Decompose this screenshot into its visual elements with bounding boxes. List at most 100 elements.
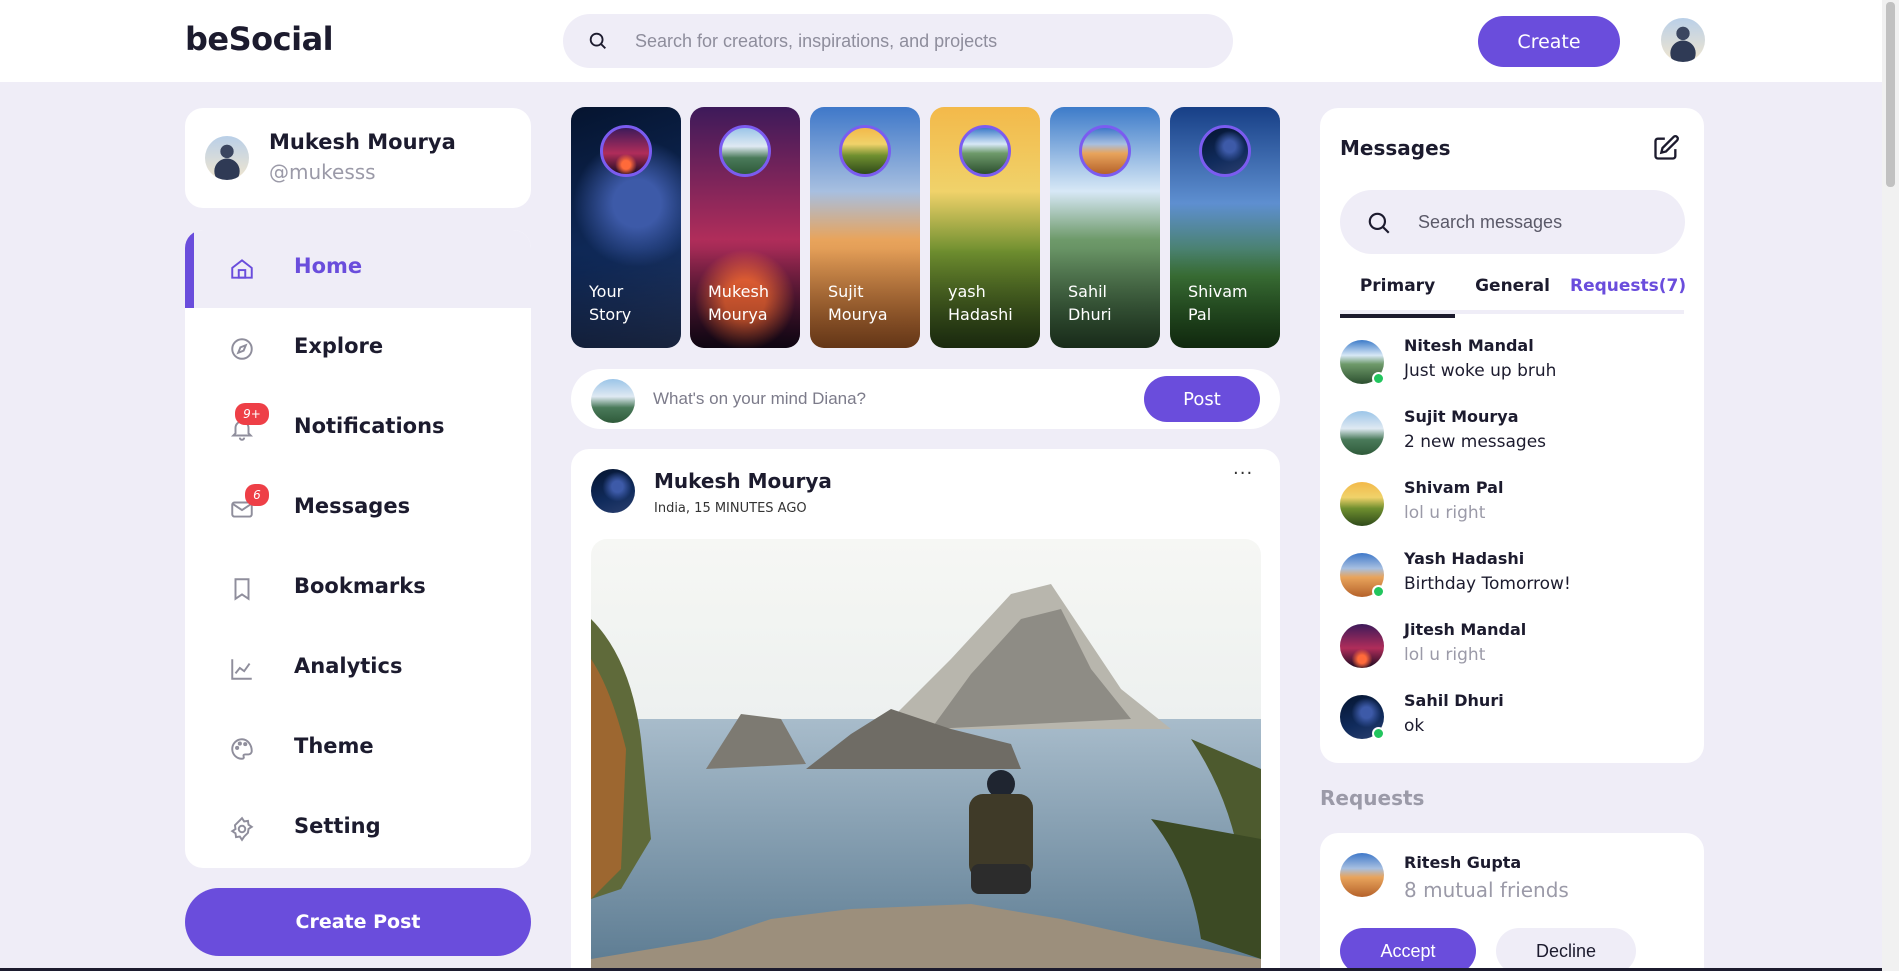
profile-name: Mukesh Mourya [269, 130, 456, 154]
story-avatar [719, 125, 771, 177]
post-author-avatar[interactable] [591, 469, 635, 513]
composer-input[interactable] [653, 369, 1113, 429]
message-preview: 2 new messages [1404, 432, 1547, 452]
message-item[interactable]: Shivam Pal lol u right [1340, 474, 1685, 534]
story-avatar [600, 125, 652, 177]
messages-search[interactable] [1340, 190, 1685, 254]
message-preview: Just woke up bruh [1404, 361, 1557, 381]
top-navbar: beSocial Create [0, 0, 1899, 82]
search-input[interactable] [635, 14, 1215, 68]
messages-badge: 6 [245, 484, 269, 506]
sidebar-item-label: Notifications [294, 414, 445, 438]
sidebar-item-label: Explore [294, 334, 384, 358]
message-preview: Birthday Tomorrow! [1404, 574, 1571, 594]
message-sender: Sahil Dhuri [1404, 691, 1504, 710]
sidebar: Home Explore 9+ Notifications 6 Messages… [185, 230, 531, 868]
sidebar-item-label: Analytics [294, 654, 403, 678]
logo[interactable]: beSocial [185, 20, 334, 58]
story-card[interactable]: Mukesh Mourya [690, 107, 800, 348]
message-sender: Sujit Mourya [1404, 407, 1519, 426]
story-avatar [839, 125, 891, 177]
more-options-icon[interactable]: ··· [1233, 463, 1253, 484]
requests-heading: Requests [1320, 786, 1425, 810]
messages-title: Messages [1340, 136, 1451, 160]
online-indicator [1372, 585, 1385, 598]
landscape-photo [591, 539, 1261, 971]
chart-line-icon [231, 659, 252, 680]
search-icon [1368, 212, 1390, 234]
sidebar-item-analytics[interactable]: Analytics [185, 630, 531, 708]
story-card[interactable]: Sujit Mourya [810, 107, 920, 348]
post-meta: India, 15 MINUTES AGO [654, 501, 807, 516]
message-sender: Shivam Pal [1404, 478, 1504, 497]
message-item[interactable]: Sujit Mourya 2 new messages [1340, 403, 1685, 463]
tab-requests[interactable]: Requests(7) [1570, 276, 1686, 314]
story-card[interactable]: yash Hadashi [930, 107, 1040, 348]
sidebar-item-messages[interactable]: 6 Messages [185, 470, 531, 548]
user-avatar[interactable] [1661, 18, 1705, 62]
accept-button[interactable]: Accept [1340, 928, 1476, 971]
message-item[interactable]: Nitesh Mandal Just woke up bruh [1340, 332, 1685, 392]
home-icon [231, 259, 253, 279]
scrollbar-thumb[interactable] [1886, 2, 1895, 187]
message-avatar [1340, 411, 1384, 455]
online-indicator [1372, 372, 1385, 385]
sidebar-item-bookmarks[interactable]: Bookmarks [185, 550, 531, 628]
tab-primary[interactable]: Primary [1340, 276, 1455, 318]
friend-request-card: Ritesh Gupta 8 mutual friends Accept Dec… [1320, 833, 1704, 971]
tab-general[interactable]: General [1455, 276, 1570, 314]
message-item[interactable]: Jitesh Mandal lol u right [1340, 616, 1685, 676]
request-avatar[interactable] [1340, 853, 1384, 897]
request-name[interactable]: Ritesh Gupta [1404, 853, 1521, 872]
story-name: Sahil Dhuri [1068, 282, 1112, 324]
story-name: Sujit Mourya [828, 282, 888, 324]
story-card[interactable]: Shivam Pal [1170, 107, 1280, 348]
profile-avatar [205, 136, 249, 180]
message-item[interactable]: Yash Hadashi Birthday Tomorrow! [1340, 545, 1685, 605]
sidebar-item-label: Setting [294, 814, 381, 838]
compass-icon [231, 338, 253, 360]
create-button[interactable]: Create [1478, 16, 1620, 67]
profile-handle: @mukesss [269, 160, 376, 184]
sidebar-item-label: Home [294, 254, 363, 278]
messages-tabs: Primary General Requests(7) [1340, 276, 1686, 318]
messages-panel: Messages Primary General Requests(7) Nit… [1320, 108, 1704, 763]
message-sender: Nitesh Mandal [1404, 336, 1534, 355]
message-sender: Jitesh Mandal [1404, 620, 1527, 639]
sidebar-item-label: Messages [294, 494, 411, 518]
sidebar-item-setting[interactable]: Setting [185, 790, 531, 868]
story-card[interactable]: Sahil Dhuri [1050, 107, 1160, 348]
story-card[interactable]: Your Story [571, 107, 681, 348]
message-preview: ok [1404, 716, 1425, 736]
page-scrollbar[interactable] [1882, 0, 1899, 971]
story-avatar [959, 125, 1011, 177]
sidebar-item-explore[interactable]: Explore [185, 310, 531, 388]
sidebar-item-notifications[interactable]: 9+ Notifications [185, 390, 531, 468]
post-composer: Post [571, 369, 1280, 429]
post-photo[interactable] [591, 539, 1261, 971]
story-name: Mukesh Mourya [708, 282, 769, 324]
message-item[interactable]: Sahil Dhuri ok [1340, 687, 1685, 747]
sidebar-item-label: Theme [294, 734, 374, 758]
message-avatar [1340, 482, 1384, 526]
edit-icon[interactable] [1652, 134, 1680, 162]
search-bar[interactable] [563, 14, 1233, 68]
post-author-name[interactable]: Mukesh Mourya [654, 469, 832, 493]
messages-search-input[interactable] [1418, 190, 1668, 254]
story-name: Your Story [589, 282, 632, 324]
decline-button[interactable]: Decline [1496, 928, 1636, 971]
post-button[interactable]: Post [1144, 376, 1260, 422]
story-avatar [1199, 125, 1251, 177]
online-indicator [1372, 727, 1385, 740]
bookmark-icon [234, 578, 250, 601]
sidebar-item-label: Bookmarks [294, 574, 426, 598]
profile-card[interactable]: Mukesh Mourya @mukesss [185, 108, 531, 208]
gear-icon [230, 816, 254, 842]
sidebar-item-home[interactable]: Home [185, 230, 531, 308]
message-avatar [1340, 624, 1384, 668]
message-sender: Yash Hadashi [1404, 549, 1525, 568]
sidebar-item-theme[interactable]: Theme [185, 710, 531, 788]
create-post-button[interactable]: Create Post [185, 888, 531, 956]
message-preview: lol u right [1404, 503, 1486, 523]
composer-avatar [591, 379, 635, 423]
